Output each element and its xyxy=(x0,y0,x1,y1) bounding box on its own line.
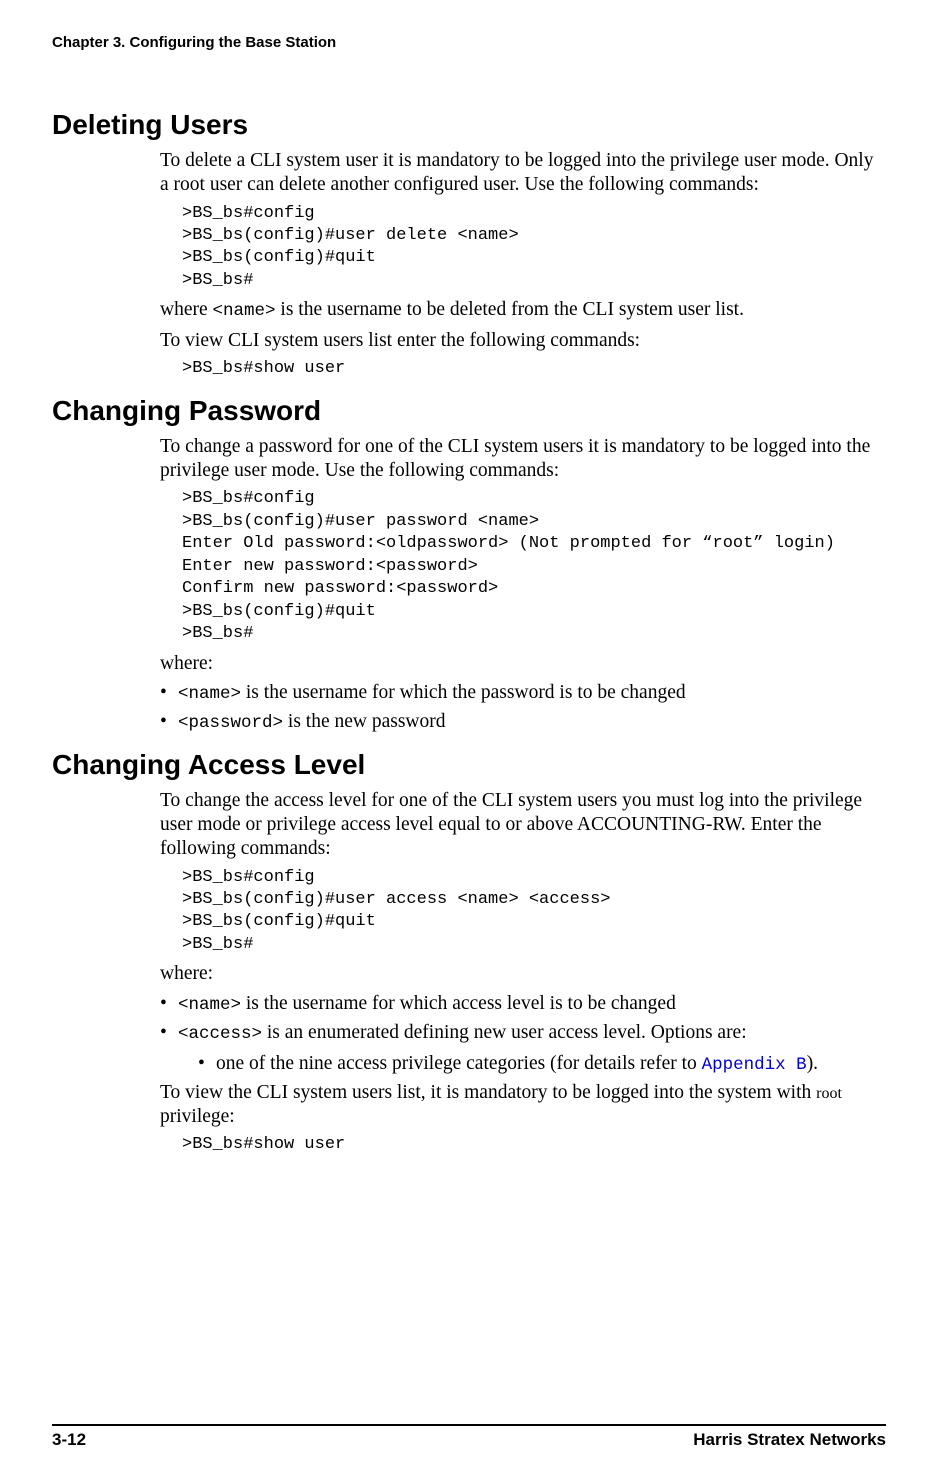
text: is the username for which the password i… xyxy=(241,682,686,703)
section-body-deleting-users: To delete a CLI system user it is mandat… xyxy=(160,149,886,381)
paragraph: where <name> is the username to be delet… xyxy=(160,298,886,322)
paragraph: To change the access level for one of th… xyxy=(160,789,886,860)
footer-rule xyxy=(52,1424,886,1426)
section-body-changing-password: To change a password for one of the CLI … xyxy=(160,435,886,735)
running-header: Chapter 3. Configuring the Base Station xyxy=(52,34,886,51)
list-item: <password> is the new password xyxy=(160,710,886,735)
code-block: >BS_bs#config >BS_bs(config)#user passwo… xyxy=(182,488,886,645)
code-block: >BS_bs#config >BS_bs(config)#user delete… xyxy=(182,203,886,293)
paragraph: To view the CLI system users list, it is… xyxy=(160,1081,886,1129)
heading-deleting-users: Deleting Users xyxy=(52,109,886,141)
list-item: <access> is an enumerated defining new u… xyxy=(160,1021,886,1077)
bullet-sublist: one of the nine access privilege categor… xyxy=(198,1052,886,1077)
list-item: <name> is the username for which access … xyxy=(160,992,886,1017)
inline-code: <access> xyxy=(178,1024,262,1044)
paragraph: To delete a CLI system user it is mandat… xyxy=(160,149,886,197)
text-root: root xyxy=(816,1085,842,1102)
text: is the username for which access level i… xyxy=(241,993,676,1014)
bullet-list: <name> is the username for which access … xyxy=(160,992,886,1077)
code-block: >BS_bs#show user xyxy=(182,1134,886,1156)
text: is the new password xyxy=(283,711,445,732)
page-footer: 3-12 Harris Stratex Networks xyxy=(52,1424,886,1450)
inline-code: <name> xyxy=(178,684,241,704)
text: privilege: xyxy=(160,1106,235,1127)
list-item: <name> is the username for which the pas… xyxy=(160,681,886,706)
page: Chapter 3. Configuring the Base Station … xyxy=(0,0,938,1484)
text: ). xyxy=(807,1053,818,1074)
text: is the username to be deleted from the C… xyxy=(276,299,744,320)
paragraph: where: xyxy=(160,962,886,986)
code-block: >BS_bs#show user xyxy=(182,358,886,380)
footer-row: 3-12 Harris Stratex Networks xyxy=(52,1430,886,1450)
bullet-list: <name> is the username for which the pas… xyxy=(160,681,886,735)
text: To view the CLI system users list, it is… xyxy=(160,1082,816,1103)
paragraph: To change a password for one of the CLI … xyxy=(160,435,886,483)
footer-company: Harris Stratex Networks xyxy=(693,1430,886,1450)
appendix-b-link[interactable]: Appendix B xyxy=(702,1055,807,1075)
heading-changing-access-level: Changing Access Level xyxy=(52,749,886,781)
inline-code: <name> xyxy=(213,301,276,321)
code-block: >BS_bs#config >BS_bs(config)#user access… xyxy=(182,867,886,957)
text: where xyxy=(160,299,213,320)
paragraph: where: xyxy=(160,652,886,676)
paragraph: To view CLI system users list enter the … xyxy=(160,329,886,353)
page-number: 3-12 xyxy=(52,1430,86,1450)
inline-code: <password> xyxy=(178,713,283,733)
heading-changing-password: Changing Password xyxy=(52,395,886,427)
inline-code: <name> xyxy=(178,995,241,1015)
text: one of the nine access privilege categor… xyxy=(216,1053,702,1074)
text: is an enumerated defining new user acces… xyxy=(262,1022,747,1043)
section-body-changing-access-level: To change the access level for one of th… xyxy=(160,789,886,1157)
list-item: one of the nine access privilege categor… xyxy=(198,1052,886,1077)
